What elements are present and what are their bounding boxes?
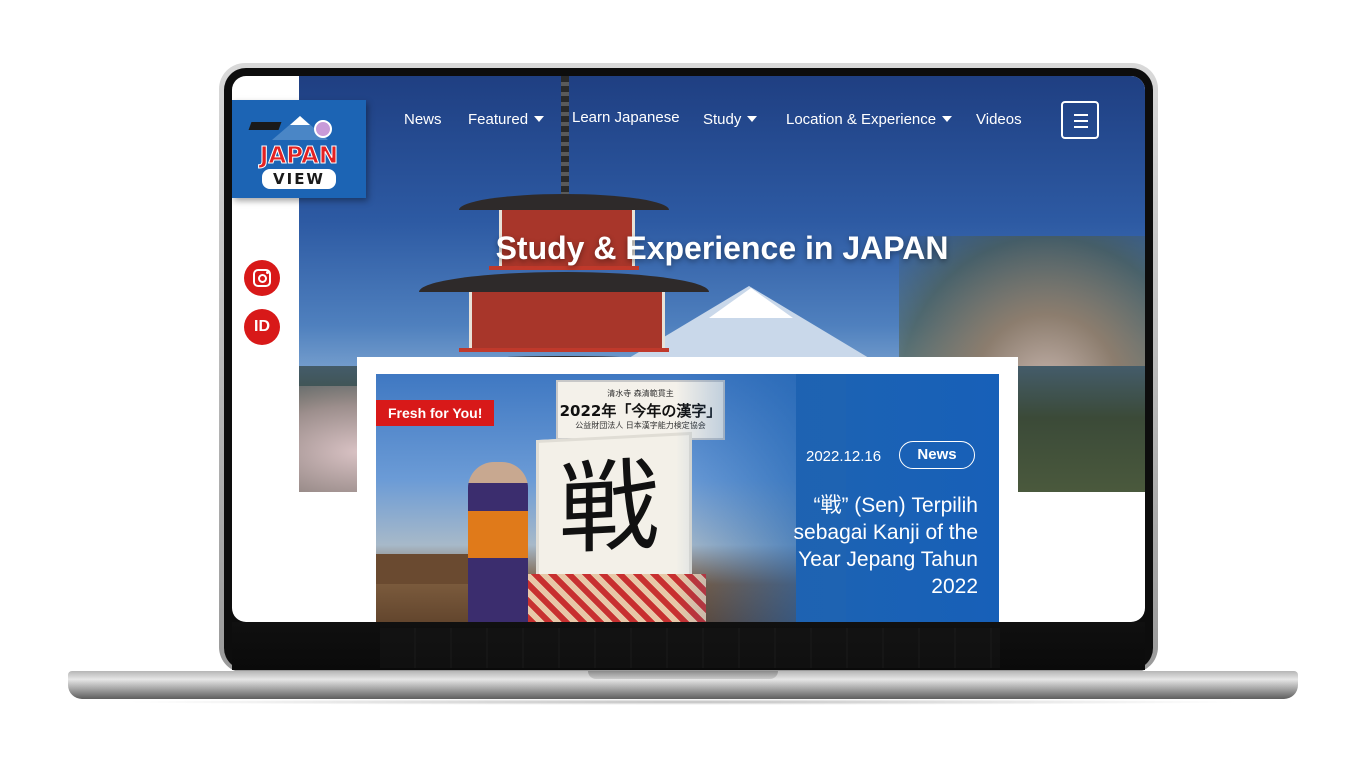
site-logo[interactable]: JAPAN VIEW <box>232 100 366 198</box>
article-date: 2022.12.16 <box>806 448 882 465</box>
nav-location-experience-label: Location & Experience <box>786 111 937 128</box>
pagoda-spire <box>561 76 569 206</box>
nav-featured-label: Featured <box>468 111 529 128</box>
nav-videos[interactable]: Videos <box>976 109 1022 131</box>
website-screen: News Featured Learn Japanese Study Locat… <box>232 76 1145 622</box>
featured-card-inner: 清水寺 森清範貫主 2022年「今年の漢字」 公益財団法人 日本漢字能力検定協会… <box>376 374 999 622</box>
nav-featured[interactable]: Featured <box>468 109 545 131</box>
flower-icon <box>314 120 332 138</box>
chevron-down-icon <box>747 116 758 123</box>
chevron-down-icon <box>534 116 545 123</box>
hamburger-icon-line <box>1074 126 1088 128</box>
calligraphy-board: 戦 <box>536 431 692 597</box>
pagoda-rail-2 <box>459 348 669 352</box>
hamburger-icon-line <box>1074 120 1088 122</box>
fresh-badge: Fresh for You! <box>376 400 495 426</box>
hamburger-icon <box>1074 114 1088 116</box>
logo-text-view: VIEW <box>262 169 336 189</box>
laptop-shadow <box>120 699 1246 705</box>
hero-title: Study & Experience in JAPAN <box>495 230 949 266</box>
featured-card[interactable]: 清水寺 森清範貫主 2022年「今年の漢字」 公益財団法人 日本漢字能力検定協会… <box>357 357 1018 622</box>
chevron-down-icon <box>942 116 953 123</box>
logo-snowcap-icon <box>290 116 310 125</box>
laptop-notch <box>588 671 778 679</box>
instagram-lens <box>258 274 267 283</box>
nav-news-label: News <box>404 111 442 128</box>
keyboard-reflection <box>380 628 1000 668</box>
nav-study[interactable]: Study <box>703 109 758 131</box>
logo-text-japan: JAPAN <box>259 143 339 169</box>
nav-learn-japanese-label: Learn Japanese <box>572 109 680 126</box>
instagram-button[interactable] <box>244 260 280 296</box>
mount-fuji-snowcap <box>709 288 793 318</box>
monk-figure <box>468 462 528 622</box>
nav-videos-label: Videos <box>976 111 1022 128</box>
nav-study-label: Study <box>703 111 742 128</box>
instagram-dot <box>266 271 269 274</box>
language-id-label: ID <box>254 318 270 335</box>
hamburger-menu-button[interactable] <box>1061 101 1099 139</box>
article-title[interactable]: “戦” (Sen) Terpilih sebagai Kanji of the … <box>756 492 978 600</box>
pagoda-tier-2 <box>469 292 665 352</box>
nav-location-experience[interactable]: Location & Experience <box>786 109 953 131</box>
pagoda-roof-1 <box>459 194 669 210</box>
article-category-tag[interactable]: News <box>899 441 975 469</box>
nav-learn-japanese[interactable]: Learn Japanese <box>572 107 680 129</box>
calligraphy-kanji: 戦 <box>559 446 659 569</box>
graduation-cap-icon <box>248 122 282 130</box>
pagoda-roof-2 <box>419 272 709 292</box>
language-id-button[interactable]: ID <box>244 309 280 345</box>
nav-news[interactable]: News <box>404 109 442 131</box>
